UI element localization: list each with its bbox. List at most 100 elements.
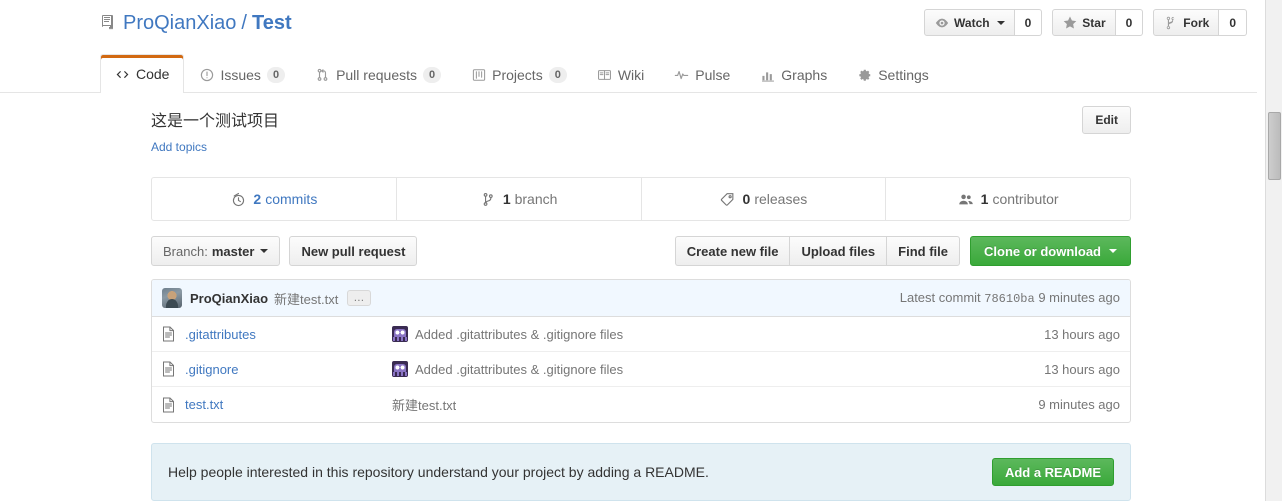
stat-branches-label: branch xyxy=(514,191,558,207)
repository-action-row: Branch: master New pull request Create n… xyxy=(151,236,1131,266)
fork-button[interactable]: Fork xyxy=(1153,9,1220,36)
repository-header: ProQianXiao / Test Watch 0 Star 0 Fork 0… xyxy=(0,0,1282,93)
branch-selector-button[interactable]: Branch: master xyxy=(151,236,281,266)
stat-commits-count: 2 xyxy=(253,191,262,207)
tab-projects[interactable]: Projects 0 xyxy=(456,55,582,93)
latest-commit-meta: Latest commit 78610ba 9 minutes ago xyxy=(900,290,1120,306)
repository-social-actions: Watch 0 Star 0 Fork 0 xyxy=(924,9,1247,36)
gear-icon xyxy=(857,67,872,82)
repo-owner-link[interactable]: ProQianXiao xyxy=(123,11,236,35)
star-button-label: Star xyxy=(1082,15,1106,30)
create-new-file-button[interactable]: Create new file xyxy=(674,236,790,266)
file-row-commit-cell: Added .gitattributes & .gitignore files xyxy=(392,326,970,342)
committer-avatar xyxy=(392,326,408,342)
tab-pulse-label: Pulse xyxy=(695,66,731,83)
new-pull-request-button[interactable]: New pull request xyxy=(289,236,418,266)
tab-graphs-label: Graphs xyxy=(781,66,828,83)
latest-commit-author[interactable]: ProQianXiao xyxy=(190,291,268,306)
upload-files-button[interactable]: Upload files xyxy=(789,236,887,266)
clone-or-download-label: Clone or download xyxy=(984,243,1101,259)
vertical-scrollbar[interactable] xyxy=(1265,0,1282,501)
commit-expand-button[interactable]: … xyxy=(347,290,372,306)
chevron-down-icon xyxy=(996,20,1005,25)
tab-issues-label: Issues xyxy=(220,66,261,83)
latest-commit-message[interactable]: 新建test.txt xyxy=(274,289,338,308)
tab-issues[interactable]: Issues 0 xyxy=(184,55,300,93)
tab-projects-count: 0 xyxy=(548,66,567,83)
repository-description: 这是一个测试项目 xyxy=(151,113,280,130)
file-name-link[interactable]: .gitattributes xyxy=(185,327,256,342)
tab-projects-label: Projects xyxy=(492,66,543,83)
star-count[interactable]: 0 xyxy=(1115,9,1144,36)
git-branch-icon xyxy=(480,191,496,207)
stat-contributors-label: contributor xyxy=(992,191,1059,207)
stat-commits-label: commits xyxy=(265,191,318,207)
action-row-left: Branch: master New pull request xyxy=(151,236,418,266)
file-commit-age: 13 hours ago xyxy=(1044,361,1120,377)
stat-releases-label: releases xyxy=(754,191,808,207)
watch-button-label: Watch xyxy=(954,15,990,30)
tab-wiki[interactable]: Wiki xyxy=(582,55,659,93)
tab-pull-requests-count: 0 xyxy=(423,66,442,83)
star-button[interactable]: Star xyxy=(1052,9,1116,36)
file-row-name-cell: .gitattributes xyxy=(162,326,392,342)
github-repository-page: ProQianXiao / Test Watch 0 Star 0 Fork 0… xyxy=(0,0,1282,501)
tab-issues-count: 0 xyxy=(266,66,286,83)
watch-button-group: Watch 0 xyxy=(924,9,1043,36)
table-row[interactable]: .gitattributes Added .gitattributes & .g… xyxy=(152,317,1130,352)
tab-pull-requests[interactable]: Pull requests 0 xyxy=(300,55,456,93)
star-button-group: Star 0 xyxy=(1052,9,1144,36)
stat-branches-count: 1 xyxy=(502,191,511,207)
edit-button[interactable]: Edit xyxy=(1082,106,1131,134)
file-commit-message[interactable]: Added .gitattributes & .gitignore files xyxy=(415,362,623,377)
repo-book-icon xyxy=(100,15,116,31)
star-icon xyxy=(1062,15,1077,30)
eye-icon xyxy=(934,15,949,30)
issue-opened-icon xyxy=(199,67,214,82)
stat-releases-count: 0 xyxy=(742,191,751,207)
repo-name-link[interactable]: Test xyxy=(252,11,292,35)
scrollbar-thumb[interactable] xyxy=(1268,112,1281,180)
stat-releases[interactable]: 0 releases xyxy=(642,178,887,220)
tab-settings[interactable]: Settings xyxy=(842,55,944,93)
latest-commit-sha[interactable]: 78610ba xyxy=(984,292,1034,306)
table-row[interactable]: test.txt 新建test.txt 9 minutes ago xyxy=(152,387,1130,422)
add-readme-button[interactable]: Add a README xyxy=(991,458,1114,486)
tab-graphs[interactable]: Graphs xyxy=(745,55,842,93)
file-row-name-cell: .gitignore xyxy=(162,361,392,377)
stat-branches[interactable]: 1 branch xyxy=(397,178,642,220)
repository-main-content: 这是一个测试项目 Add topics Edit 2 commits 1 bra… xyxy=(151,93,1131,501)
branch-selector-name: master xyxy=(211,243,255,259)
repository-description-row: 这是一个测试项目 Add topics Edit xyxy=(151,93,1131,156)
committer-avatar xyxy=(392,361,408,377)
repository-stats-bar: 2 commits 1 branch 0 releases 1 contribu… xyxy=(151,177,1131,221)
table-row[interactable]: .gitignore Added .gitattributes & .gitig… xyxy=(152,352,1130,387)
file-commit-message[interactable]: Added .gitattributes & .gitignore files xyxy=(415,327,623,342)
find-file-button[interactable]: Find file xyxy=(886,236,960,266)
file-listing-table: ProQianXiao 新建test.txt … Latest commit 7… xyxy=(151,279,1131,423)
readme-callout-text: Help people interested in this repositor… xyxy=(168,464,709,480)
tab-code[interactable]: Code xyxy=(100,54,185,93)
history-icon xyxy=(230,191,246,207)
stat-contributors[interactable]: 1 contributor xyxy=(886,178,1130,220)
add-topics-link[interactable]: Add topics xyxy=(151,140,207,154)
page-right-gutter xyxy=(1257,0,1265,501)
chevron-down-icon xyxy=(260,249,269,253)
file-commit-message[interactable]: 新建test.txt xyxy=(392,395,456,414)
clone-or-download-button[interactable]: Clone or download xyxy=(970,236,1131,266)
file-row-name-cell: test.txt xyxy=(162,397,392,413)
fork-count[interactable]: 0 xyxy=(1219,9,1247,36)
tag-icon xyxy=(720,191,736,207)
pulse-icon xyxy=(674,67,689,82)
latest-commit-age: 9 minutes ago xyxy=(1038,290,1120,305)
tab-pulse[interactable]: Pulse xyxy=(659,55,745,93)
stat-commits[interactable]: 2 commits xyxy=(152,178,397,220)
watch-count[interactable]: 0 xyxy=(1014,9,1043,36)
code-icon xyxy=(115,67,130,82)
stat-contributors-count: 1 xyxy=(980,191,989,207)
file-icon xyxy=(162,326,176,342)
file-name-link[interactable]: .gitignore xyxy=(185,362,238,377)
book-icon xyxy=(597,67,612,82)
watch-button[interactable]: Watch xyxy=(924,9,1015,36)
file-name-link[interactable]: test.txt xyxy=(185,397,223,412)
